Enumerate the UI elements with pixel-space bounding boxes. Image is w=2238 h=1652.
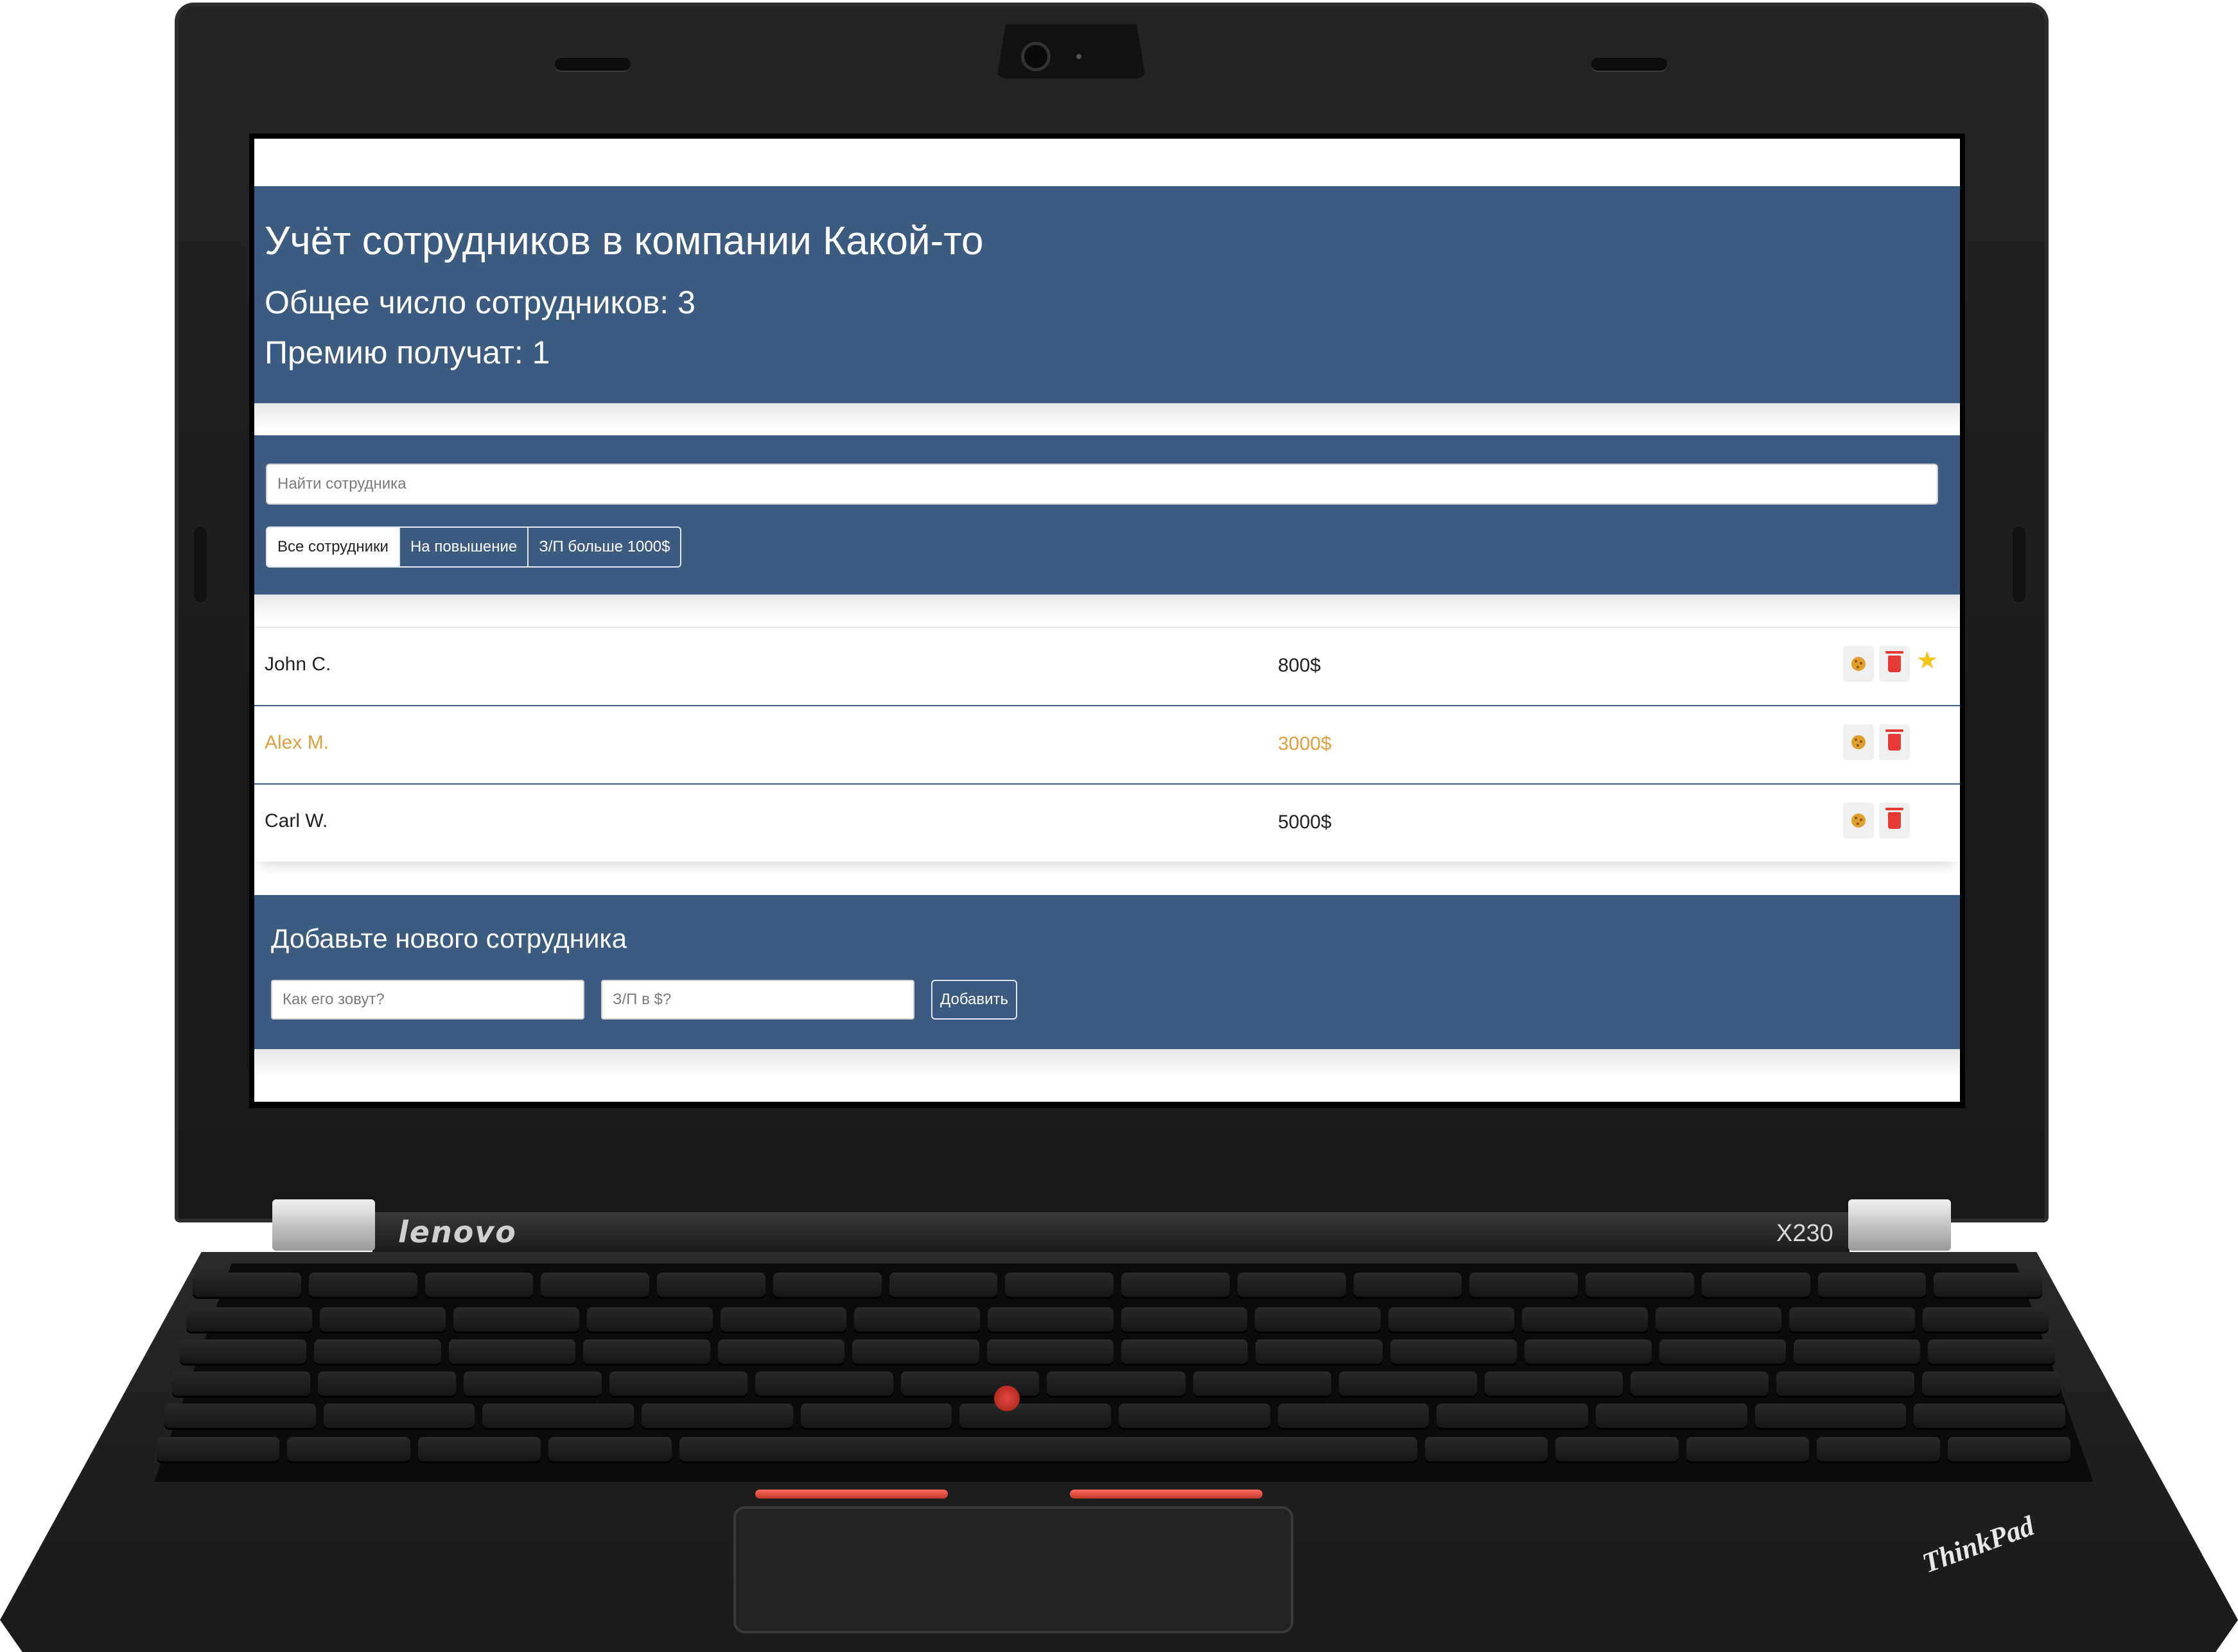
app-screen: Учёт сотрудников в компании Какой-то Общ…	[254, 139, 1960, 1102]
filter-increase-button[interactable]: На повышение	[400, 528, 529, 566]
trackpoint-button-left	[755, 1490, 948, 1499]
employee-name[interactable]: Alex M.	[265, 732, 329, 754]
speaker-vent-right	[1591, 58, 1667, 71]
divider	[254, 1049, 1960, 1077]
delete-button[interactable]	[1879, 646, 1910, 682]
search-input[interactable]	[266, 464, 1938, 505]
hinge-bar	[372, 1212, 1849, 1253]
delete-button[interactable]	[1879, 724, 1910, 760]
bonus-count: Премию получат: 1	[265, 335, 550, 370]
filter-all-button[interactable]: Все сотрудники	[267, 528, 400, 566]
divider	[254, 403, 1960, 431]
employee-name[interactable]: Carl W.	[265, 810, 328, 832]
key-row	[186, 1307, 2049, 1332]
name-field[interactable]	[271, 980, 584, 1020]
trackpoint-button-right	[1070, 1490, 1263, 1499]
webcam-icon	[1021, 42, 1051, 71]
trackpoint	[994, 1386, 1020, 1411]
list-item[interactable]: Carl W. 5000$	[254, 785, 1960, 862]
increase-button[interactable]	[1843, 724, 1874, 760]
touchpad	[733, 1506, 1293, 1633]
star-icon: ★	[1916, 647, 1939, 674]
filter-salary-button[interactable]: З/П больше 1000$	[529, 528, 680, 566]
cookie-icon	[1851, 813, 1866, 828]
key-row	[193, 1273, 2042, 1297]
filter-group: Все сотрудники На повышение З/П больше 1…	[266, 526, 682, 568]
list-item[interactable]: John C. 800$ ★	[254, 627, 1960, 706]
camera-led	[1076, 54, 1081, 59]
search-panel: Все сотрудники На повышение З/П больше 1…	[254, 435, 1960, 595]
app-info-panel: Учёт сотрудников в компании Какой-то Общ…	[254, 186, 1960, 403]
list-item[interactable]: Alex M. 3000$	[254, 706, 1960, 785]
hinge-left	[272, 1199, 375, 1251]
increase-button[interactable]	[1843, 646, 1874, 682]
add-form-title: Добавьте нового сотрудника	[271, 923, 627, 953]
salary-field[interactable]	[601, 980, 914, 1020]
cookie-icon	[1851, 657, 1866, 671]
total-employees: Общее число сотрудников: 3	[265, 284, 695, 320]
employee-salary[interactable]: 5000$	[1278, 812, 1331, 833]
add-button[interactable]: Добавить	[931, 980, 1017, 1020]
trash-icon	[1885, 808, 1903, 829]
increase-button[interactable]	[1843, 803, 1874, 839]
employee-salary[interactable]: 3000$	[1278, 733, 1331, 755]
model-label: X230	[1776, 1220, 1833, 1247]
delete-button[interactable]	[1879, 803, 1910, 839]
key-row	[164, 1404, 2066, 1428]
trash-icon	[1885, 651, 1903, 672]
key-row	[172, 1371, 2061, 1396]
cookie-icon	[1851, 735, 1866, 749]
key-row	[157, 1437, 2071, 1461]
lid-latch-right	[2013, 526, 2025, 602]
hinge-right	[1848, 1199, 1951, 1251]
trash-icon	[1885, 729, 1903, 751]
employee-list: John C. 800$ ★ Alex M. 3000$ Carl W. 500…	[254, 627, 1960, 862]
divider	[254, 595, 1960, 623]
key-row	[180, 1339, 2055, 1364]
speaker-vent-left	[555, 58, 631, 71]
page-title: Учёт сотрудников в компании Какой-то	[265, 219, 984, 263]
lid-latch-left	[194, 526, 207, 602]
brand-logo: lenovo	[398, 1215, 517, 1249]
employee-name[interactable]: John C.	[265, 654, 331, 675]
add-employee-panel: Добавьте нового сотрудника Добавить	[254, 895, 1960, 1049]
camera-housing	[997, 24, 1146, 78]
employee-salary[interactable]: 800$	[1278, 655, 1321, 677]
